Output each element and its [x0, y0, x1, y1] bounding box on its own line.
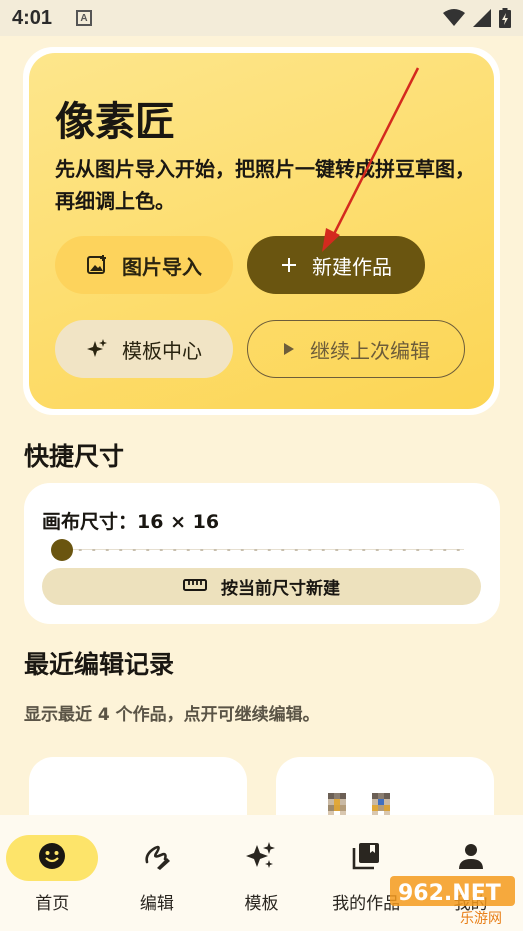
canvas-size-label: 画布尺寸：: [42, 511, 138, 533]
draw-icon: [143, 842, 171, 874]
recent-description: 显示最近 4 个作品，点开可继续编辑。: [24, 705, 320, 725]
hero-description: 先从图片导入开始，把照片一键转成拼豆草图，再细调上色。: [55, 157, 475, 213]
nav-edit-label: 编辑: [139, 894, 174, 914]
import-image-button[interactable]: 图片导入: [55, 236, 233, 294]
template-center-label: 模板中心: [122, 338, 202, 363]
nav-templates[interactable]: 模板: [209, 815, 314, 931]
hero-card: 像素匠 先从图片导入开始，把照片一键转成拼豆草图，再细调上色。 图片导入 新建作…: [23, 47, 500, 415]
person-icon: [458, 842, 484, 874]
size-slider-thumb[interactable]: [51, 539, 73, 561]
sparkle-icon: [246, 841, 276, 875]
nav-edit[interactable]: 编辑: [105, 815, 210, 931]
continue-editing-button[interactable]: 继续上次编辑: [247, 320, 465, 378]
create-with-size-label: 按当前尺寸新建: [221, 579, 340, 599]
import-image-label: 图片导入: [122, 254, 202, 279]
battery-icon: [499, 8, 511, 28]
nav-my-works[interactable]: 我的作品: [314, 815, 419, 931]
sparkle-icon: [86, 338, 108, 360]
nav-templates-label: 模板: [244, 894, 279, 914]
nav-my-works-label: 我的作品: [332, 894, 401, 914]
quick-size-title: 快捷尺寸: [24, 442, 125, 471]
play-icon: [282, 341, 296, 357]
plus-icon: [280, 256, 298, 274]
continue-editing-label: 继续上次编辑: [310, 338, 430, 363]
library-icon: [351, 841, 381, 875]
notification-a-icon: A: [76, 10, 93, 26]
status-time: 4:01: [12, 6, 53, 29]
hero-card-inner: 像素匠 先从图片导入开始，把照片一键转成拼豆草图，再细调上色。 图片导入 新建作…: [29, 53, 494, 409]
nav-home-label: 首页: [35, 894, 70, 914]
create-with-size-button[interactable]: 按当前尺寸新建: [42, 568, 481, 605]
image-import-icon: [86, 254, 108, 276]
ruler-icon: [183, 577, 207, 597]
smiley-icon: [37, 841, 67, 875]
wifi-icon: [443, 9, 465, 27]
canvas-size-text: 画布尺寸：16 × 16: [42, 507, 219, 534]
nav-profile[interactable]: 我的: [418, 815, 523, 931]
nav-profile-label: 我的: [453, 894, 488, 914]
signal-icon: [473, 9, 491, 27]
bottom-navigation: 首页 编辑 模板 我的作品 我的: [0, 815, 523, 931]
quick-size-card: 画布尺寸：16 × 16 按当前尺寸新建: [24, 483, 500, 624]
recent-title: 最近编辑记录: [24, 650, 175, 679]
nav-home[interactable]: 首页: [0, 815, 105, 931]
new-project-label: 新建作品: [312, 254, 392, 279]
size-slider-ticks: [60, 549, 464, 551]
app-title: 像素匠: [55, 99, 175, 145]
status-bar: 4:01 A: [0, 0, 523, 36]
canvas-size-value: 16 × 16: [137, 511, 220, 533]
template-center-button[interactable]: 模板中心: [55, 320, 233, 378]
new-project-button[interactable]: 新建作品: [247, 236, 425, 294]
